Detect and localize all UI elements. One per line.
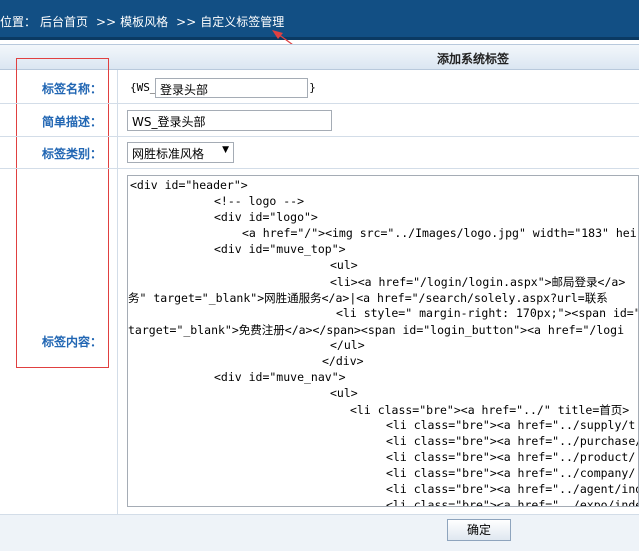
code-line: 务" target="_blank">网胜通服务</a>|<a href="/s… [128, 291, 608, 305]
breadcrumb-item-custom-tags[interactable]: 自定义标签管理 [200, 15, 284, 29]
code-line: target="_blank">免费注册</a></span><span id=… [128, 323, 625, 337]
code-line: <div id="muve_nav"> [214, 370, 346, 384]
tag-name-prefix: {WS_ [130, 81, 157, 94]
code-line: <li class="bre"><a href="../company/ [386, 466, 636, 480]
breadcrumb-separator: >> [176, 15, 197, 29]
row-category: 标签类别： 网胜标准风格 ▼ [0, 137, 639, 169]
code-line: <li><a href="/login/login.aspx">邮局登录</a> [330, 275, 626, 289]
code-line: <li class="bre"><a href="../product/ [386, 450, 636, 464]
code-line: <li class="bre"><a href="../expo/inde [386, 498, 639, 507]
description-input[interactable]: WS_登录头部 [127, 110, 332, 131]
breadcrumb-item-home[interactable]: 后台首页 [40, 15, 88, 29]
code-line: <li style=" margin-right: 170px;"><span … [336, 306, 639, 320]
submit-button[interactable]: 确定 [447, 519, 511, 541]
code-line: </ul> [330, 338, 365, 352]
row-description: 简单描述： WS_登录头部 [0, 104, 639, 137]
tag-name-suffix: } [309, 81, 316, 94]
code-line: <div id="muve_top"> [214, 242, 346, 256]
category-label: 标签类别： [41, 147, 102, 161]
breadcrumb: 位置： 后台首页 >> 模板风格 >> 自定义标签管理 [0, 13, 288, 30]
code-line: <div id="logo"> [214, 210, 318, 224]
breadcrumb-separator: >> [96, 15, 117, 29]
code-line: <li class="bre"><a href="../" title=首页> [350, 403, 630, 417]
code-line: </div> [322, 354, 364, 368]
content-textarea[interactable]: <div id="header"> <!-- logo --> <div id=… [127, 175, 639, 507]
code-line: <ul> [330, 386, 358, 400]
tag-name-label: 标签名称： [41, 82, 102, 96]
category-select[interactable]: 网胜标准风格 ▼ [127, 142, 234, 163]
code-line: <div id="header"> [130, 178, 248, 192]
code-line: <!-- logo --> [214, 194, 305, 208]
code-line: <a href="/"><img src="../Images/logo.jpg… [242, 226, 637, 240]
category-selected: 网胜标准风格 [132, 147, 205, 161]
description-label: 简单描述： [41, 115, 102, 129]
code-line: <ul> [330, 258, 358, 272]
breadcrumb-prefix: 位置： [0, 15, 37, 29]
code-line: <li class="bre"><a href="../purchase/ [386, 434, 639, 448]
top-bar: 位置： 后台首页 >> 模板风格 >> 自定义标签管理 [0, 0, 639, 40]
row-tag-name: 标签名称： {WS_ 登录头部 } [0, 70, 639, 104]
code-line: <li class="bre"><a href="../agent/ind [386, 482, 639, 496]
panel-title: 添加系统标签 [437, 52, 510, 66]
content-label: 标签内容： [41, 335, 102, 349]
code-line: <li class="bre"><a href="../supply/t [386, 418, 636, 432]
breadcrumb-item-template-style[interactable]: 模板风格 [120, 15, 168, 29]
chevron-down-icon: ▼ [222, 145, 229, 155]
form-footer [0, 514, 639, 551]
tag-name-input[interactable]: 登录头部 [155, 78, 308, 98]
